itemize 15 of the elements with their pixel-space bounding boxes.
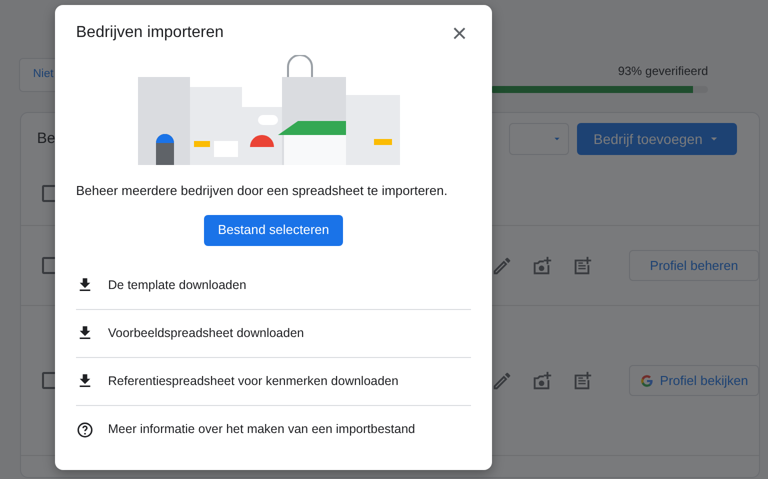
- select-file-button[interactable]: Bestand selecteren: [204, 214, 344, 246]
- verification-label: 93% geverifieerd: [618, 63, 708, 80]
- dialog-title: Bedrijven importeren: [76, 23, 224, 43]
- link-item[interactable]: Meer informatie over het maken van een importbestand: [76, 406, 471, 454]
- description-text: Beheer meerdere bedrijven door een spreadsheet te importeren.: [76, 182, 448, 200]
- link-item[interactable]: Referentiespreadsheet voor kenmerken downloaden: [76, 358, 471, 406]
- link-item[interactable]: Voorbeeldspreadsheet downloaden: [76, 310, 471, 358]
- pencil-icon[interactable]: [491, 370, 513, 392]
- help-icon: [76, 420, 94, 438]
- add-photo-icon[interactable]: [531, 254, 553, 276]
- card-title: Be: [37, 128, 56, 149]
- add-photo-icon[interactable]: [531, 370, 553, 392]
- close-button[interactable]: ×: [448, 23, 471, 43]
- link-item[interactable]: De template downloaden: [76, 262, 471, 310]
- pencil-icon[interactable]: [491, 254, 513, 276]
